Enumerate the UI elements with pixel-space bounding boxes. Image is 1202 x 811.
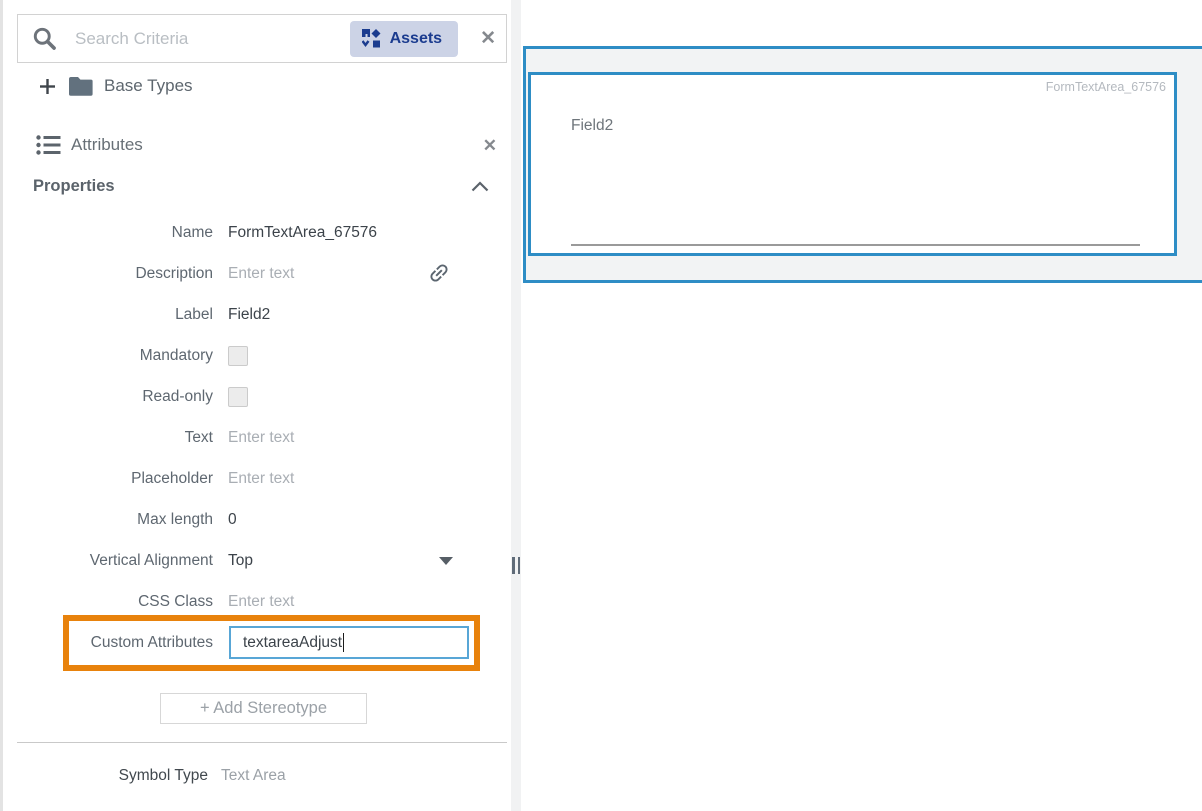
property-row-mandatory: Mandatory — [3, 335, 513, 376]
attributes-list-icon — [36, 134, 61, 156]
mandatory-checkbox[interactable] — [228, 346, 248, 366]
property-row-name: Name FormTextArea_67576 — [3, 212, 513, 253]
textarea-input-line — [571, 244, 1140, 246]
property-row-text: Text Enter text — [3, 417, 513, 458]
element-field-label: Field2 — [571, 117, 613, 135]
search-icon — [31, 25, 58, 52]
placeholder-value[interactable]: Enter text — [228, 470, 294, 488]
search-bar[interactable]: Search Criteria Assets ✕ — [17, 14, 507, 63]
property-row-placeholder: Placeholder Enter text — [3, 458, 513, 499]
readonly-checkbox[interactable] — [228, 387, 248, 407]
section-divider — [17, 742, 507, 743]
symbol-type-row: Symbol Type Text Area — [3, 765, 513, 787]
symbol-type-value: Text Area — [221, 767, 286, 785]
properties-section-header[interactable]: Properties — [33, 175, 489, 197]
label-value[interactable]: Field2 — [228, 306, 270, 324]
attributes-panel-title: Attributes — [71, 135, 143, 155]
form-textarea-element[interactable]: FormTextArea_67576 Field2 — [528, 72, 1177, 256]
assets-filter-button[interactable]: Assets — [350, 21, 458, 57]
name-value[interactable]: FormTextArea_67576 — [228, 224, 377, 242]
css-class-value[interactable]: Enter text — [228, 593, 294, 611]
chevron-up-icon[interactable] — [471, 181, 489, 192]
property-row-max-length: Max length 0 — [3, 499, 513, 540]
property-rows: Name FormTextArea_67576 Description Ente… — [3, 212, 513, 663]
max-length-value[interactable]: 0 — [228, 511, 237, 529]
caret-down-icon[interactable] — [439, 557, 453, 565]
property-row-vertical-alignment: Vertical Alignment Top — [3, 540, 513, 581]
link-icon[interactable] — [427, 261, 451, 285]
panel-resize-handle[interactable] — [511, 0, 521, 811]
tree-node-label: Base Types — [104, 76, 193, 96]
search-close-icon[interactable]: ✕ — [480, 29, 496, 48]
attributes-close-icon[interactable]: ✕ — [483, 137, 497, 154]
custom-attributes-text: textareaAdjust — [243, 634, 342, 652]
vertical-alignment-select[interactable]: Top — [228, 552, 253, 570]
text-cursor — [343, 633, 344, 652]
design-canvas[interactable]: FormTextArea_67576 Field2 — [521, 0, 1202, 811]
attributes-panel-header: Attributes ✕ — [36, 132, 497, 158]
property-row-readonly: Read-only — [3, 376, 513, 417]
property-row-description: Description Enter text — [3, 253, 513, 294]
folder-icon — [68, 76, 93, 96]
expand-plus-icon[interactable] — [39, 78, 56, 95]
element-name-tag: FormTextArea_67576 — [1046, 80, 1166, 94]
left-sidebar: Search Criteria Assets ✕ Ba — [0, 0, 511, 811]
search-input[interactable]: Search Criteria — [75, 29, 350, 49]
description-value[interactable]: Enter text — [228, 265, 294, 283]
selection-outline: FormTextArea_67576 Field2 — [523, 46, 1202, 283]
assets-button-label: Assets — [390, 30, 442, 48]
app-window: Search Criteria Assets ✕ Ba — [0, 0, 1202, 811]
assets-icon — [362, 29, 381, 48]
text-value[interactable]: Enter text — [228, 429, 294, 447]
tree-node-base-types[interactable]: Base Types — [39, 74, 193, 98]
add-stereotype-button[interactable]: + Add Stereotype — [160, 693, 367, 724]
properties-section-title: Properties — [33, 177, 115, 196]
custom-attributes-input[interactable]: textareaAdjust — [229, 626, 469, 659]
property-row-css-class: CSS Class Enter text — [3, 581, 513, 622]
resize-grip-icon — [512, 557, 520, 574]
property-row-label: Label Field2 — [3, 294, 513, 335]
property-row-custom-attributes: Custom Attributes textareaAdjust — [3, 622, 513, 663]
